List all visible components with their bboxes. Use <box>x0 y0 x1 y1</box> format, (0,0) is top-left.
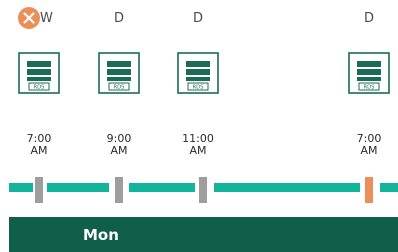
rds-icon-label: RDS <box>364 85 375 91</box>
timeline-track-segment <box>129 183 195 192</box>
day-label: Mon <box>83 226 119 244</box>
day-bar: Mon <box>9 217 398 252</box>
event-time: 7:00 AM <box>340 133 398 157</box>
event-time-period: AM <box>110 144 128 157</box>
failed-status-icon <box>18 7 40 29</box>
event-time: 9:00 AM <box>90 133 148 157</box>
rds-icon-label: RDS <box>193 85 204 91</box>
event-kind-label: D <box>113 11 124 26</box>
rds-database-icon[interactable]: RDS <box>18 52 60 94</box>
timeline-event-1[interactable]: D RDS 9:00 AM <box>90 0 148 170</box>
timeline-marker-1[interactable] <box>115 177 123 203</box>
rds-icon-label: RDS <box>114 85 125 91</box>
event-time-period: AM <box>189 144 207 157</box>
rds-database-icon[interactable]: RDS <box>177 52 219 94</box>
timeline-event-0[interactable]: W RDS 7:00 AM <box>10 0 68 170</box>
timeline-event-3[interactable]: D RDS 7:00 AM <box>340 0 398 170</box>
timeline-track-segment <box>47 183 109 192</box>
rds-database-icon[interactable]: RDS <box>98 52 140 94</box>
timeline-marker-selected[interactable] <box>365 177 373 203</box>
timeline-marker-0[interactable] <box>35 177 43 203</box>
timeline-event-2[interactable]: D RDS 11:00 AM <box>169 0 227 170</box>
rds-icon-label: RDS <box>34 85 45 91</box>
event-kind-label: W <box>40 11 53 26</box>
rds-database-icon[interactable]: RDS <box>348 52 390 94</box>
timeline-marker-2[interactable] <box>199 177 207 203</box>
event-kind-label: D <box>363 11 374 26</box>
event-time: 11:00 AM <box>169 133 227 157</box>
timeline-track-segment <box>214 183 360 192</box>
event-time: 7:00 AM <box>10 133 68 157</box>
event-time-period: AM <box>30 144 48 157</box>
timeline-track-segment <box>380 183 398 192</box>
timeline-track-segment <box>9 183 33 192</box>
event-kind-label: D <box>192 11 203 26</box>
event-time-period: AM <box>360 144 378 157</box>
